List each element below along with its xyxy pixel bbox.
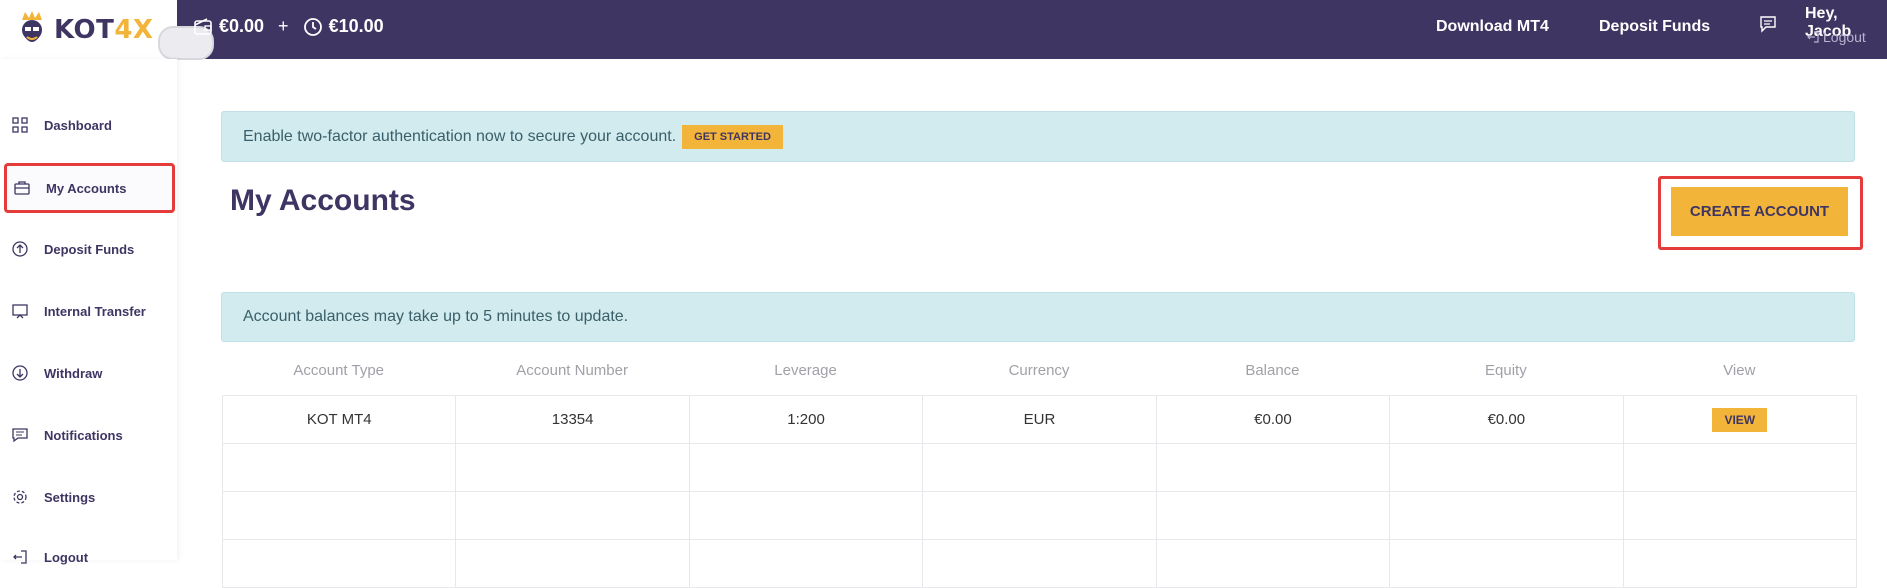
sidebar-item-settings[interactable]: Settings [10,478,170,516]
sidebar-item-my-accounts[interactable]: My Accounts [4,163,175,213]
sidebar-item-label: Logout [44,549,89,565]
logout-icon [11,548,29,566]
column-header-equity: Equity [1485,362,1527,379]
sidebar-item-label: My Accounts [46,180,127,196]
sidebar-item-notifications[interactable]: Notifications [10,416,170,454]
accounts-table-header: Account Type Account Number Leverage Cur… [222,362,1856,379]
column-header-currency: Currency [1008,362,1070,379]
sidebar-item-label: Dashboard [44,117,112,133]
message-icon [11,426,29,444]
balance-update-alert: Account balances may take up to 5 minute… [221,292,1855,342]
arrow-down-circle-icon [11,364,29,382]
cell-account-type: KOT MT4 [223,396,457,444]
sidebar-item-dashboard[interactable]: Dashboard [10,106,170,144]
logout-link[interactable]: Logout [1806,29,1866,45]
sidebar-item-label: Settings [44,489,96,505]
table-row-empty [223,444,1857,492]
sidebar-item-label: Notifications [44,427,123,443]
column-header-account-type: Account Type [293,362,385,379]
column-header-leverage: Leverage [774,362,837,379]
sidebar: Dashboard My Accounts Deposit Funds Inte… [0,59,177,565]
clock-icon [303,17,322,36]
deposit-funds-link[interactable]: Deposit Funds [1599,18,1710,36]
arrow-up-circle-icon [11,240,29,258]
cell-currency: EUR [923,396,1157,444]
sidebar-item-label: Withdraw [44,365,103,381]
create-account-button[interactable]: CREATE ACCOUNT [1671,187,1848,236]
grid-icon [11,116,29,134]
briefcase-icon [13,179,31,197]
table-row-empty [223,540,1857,588]
table-row: KOT MT4 13354 1:200 EUR €0.00 €0.00 VIEW [223,396,1857,444]
wallet-icon [194,17,212,35]
balance-update-text: Account balances may take up to 5 minute… [243,308,629,325]
logout-icon [1807,31,1819,43]
sidebar-item-internal-transfer[interactable]: Internal Transfer [10,292,170,330]
balance-value: €0.00 [219,16,265,36]
sidebar-item-deposit-funds[interactable]: Deposit Funds [10,230,170,268]
balance-summary: €0.00 + €10.00 [193,16,384,37]
logo-text: KOT4X [54,14,154,45]
column-header-view: View [1723,362,1756,379]
logout-label: Logout [1823,29,1866,45]
sidebar-item-logout[interactable]: Logout [10,538,170,576]
accounts-table: KOT MT4 13354 1:200 EUR €0.00 €0.00 VIEW [222,395,1857,588]
cell-leverage: 1:200 [689,396,924,444]
twofa-alert: Enable two-factor authentication now to … [221,111,1855,162]
gear-icon [11,488,29,506]
column-header-balance: Balance [1245,362,1300,379]
twofa-alert-text: Enable two-factor authentication now to … [243,127,677,145]
get-started-button[interactable]: GET STARTED [682,124,783,149]
table-row-empty [223,492,1857,540]
sidebar-item-withdraw[interactable]: Withdraw [10,354,170,392]
logo[interactable]: KOT4X [0,0,177,59]
cell-view: VIEW [1623,396,1857,444]
top-bar: KOT4X €0.00 + €10.00 Download MT4 Deposi… [0,0,1887,60]
logo-face-icon [22,10,42,42]
download-mt4-link[interactable]: Download MT4 [1436,18,1549,36]
cell-equity: €0.00 [1390,396,1624,444]
bonus-value: €10.00 [328,16,384,36]
cell-balance: €0.00 [1156,396,1391,444]
sidebar-item-label: Internal Transfer [44,303,146,319]
cell-account-number: 13354 [456,396,690,444]
plus-sign: + [278,16,289,36]
page-title: My Accounts [230,184,416,217]
chat-icon[interactable] [1759,15,1777,33]
sidebar-item-label: Deposit Funds [44,241,135,257]
column-header-account-number: Account Number [516,362,628,379]
transfer-icon [11,302,29,320]
view-account-button[interactable]: VIEW [1712,407,1768,432]
